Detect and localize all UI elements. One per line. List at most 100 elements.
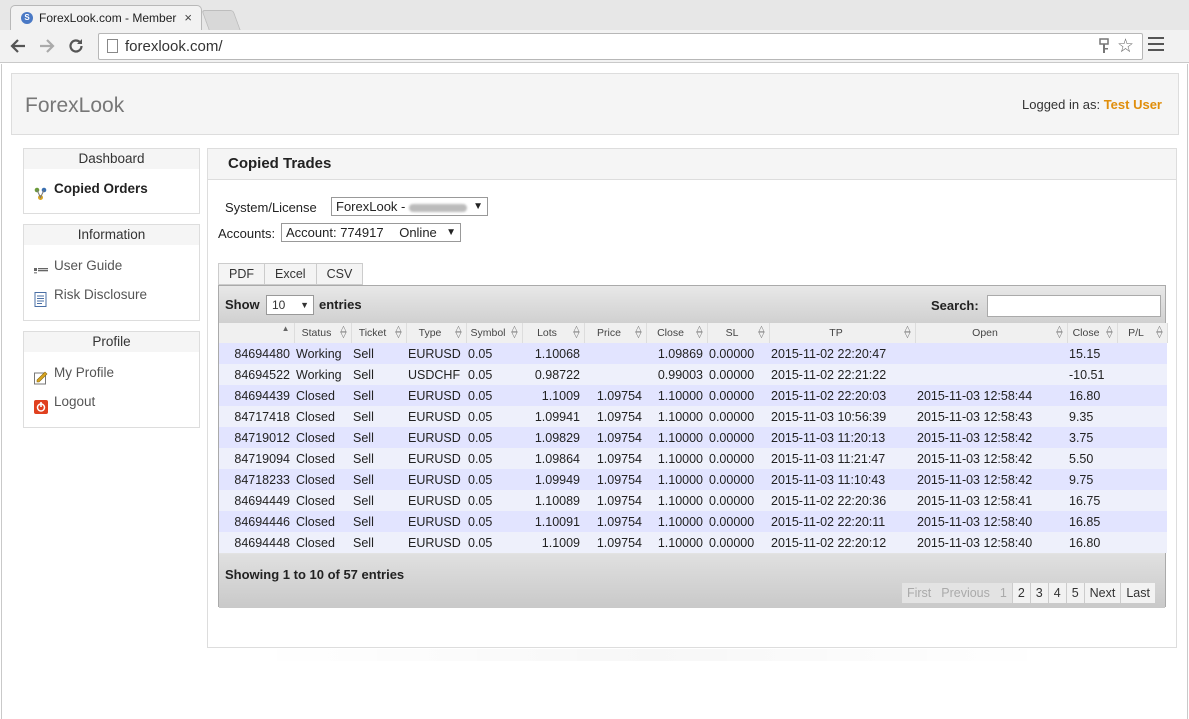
table-row[interactable]: 84719094 Closed Sell EURUSD 0.05 1.09864 1.097… bbox=[219, 448, 1167, 469]
table-row[interactable]: 84718233 Closed Sell EURUSD 0.05 1.09949 1.097… bbox=[219, 469, 1167, 490]
entries-length-select[interactable]: 10 ▼ bbox=[266, 295, 314, 315]
sidebar-item-copied-orders[interactable]: Copied Orders bbox=[24, 174, 199, 203]
sort-icon: △ ▽ bbox=[511, 324, 518, 339]
cell-type: Sell bbox=[351, 427, 406, 448]
pagination-next[interactable]: Next bbox=[1083, 583, 1121, 603]
tab-close-icon[interactable]: × bbox=[184, 10, 192, 25]
column-header-tp[interactable]: TP △ ▽ bbox=[769, 323, 916, 343]
address-bar[interactable]: forexlook.com/ ☆ bbox=[98, 33, 1143, 60]
column-header-label: Lots bbox=[537, 327, 557, 339]
column-header-open[interactable]: Open △ ▽ bbox=[915, 323, 1068, 343]
sidebar-item-my-profile[interactable]: My Profile bbox=[24, 358, 199, 387]
account-select[interactable]: Account: 774917 Online ▼ bbox=[281, 223, 461, 242]
browser-tab[interactable]: S ForexLook.com - Member A × bbox=[10, 5, 202, 30]
pagination-page-2[interactable]: 2 bbox=[1011, 583, 1030, 603]
cell-tp: 2015-11-02 22:20:36 bbox=[769, 490, 915, 511]
reload-icon[interactable] bbox=[66, 36, 86, 56]
export-pdf-button[interactable]: PDF bbox=[218, 263, 265, 285]
column-header-price[interactable]: Price △ ▽ bbox=[584, 323, 647, 343]
sort-icon: △ ▽ bbox=[395, 324, 402, 339]
cell-symbol: 0.05 bbox=[466, 511, 522, 532]
cell-open: 2015-11-03 12:58:44 bbox=[915, 385, 1067, 406]
table-body: 84694480 Working Sell EURUSD 0.05 1.10068 1.09… bbox=[219, 343, 1167, 553]
pagination-previous[interactable]: Previous bbox=[936, 583, 995, 603]
column-header-label: Close bbox=[1072, 327, 1100, 339]
system-license-select[interactable]: ForexLook - ▼ bbox=[331, 197, 488, 216]
sidebar-item-user-guide[interactable]: User Guide bbox=[24, 251, 199, 280]
cell-price: 1.09754 bbox=[584, 448, 646, 469]
export-csv-button[interactable]: CSV bbox=[315, 263, 364, 285]
brand-logo[interactable]: ForexLook bbox=[25, 94, 124, 118]
cell-tp: 2015-11-02 22:20:11 bbox=[769, 511, 915, 532]
cell-price bbox=[584, 364, 646, 385]
column-header-lots[interactable]: Lots △ ▽ bbox=[522, 323, 585, 343]
sidebar-item-label: Logout bbox=[54, 394, 96, 409]
copied-orders-icon bbox=[34, 182, 48, 200]
table-row[interactable]: 84694449 Closed Sell EURUSD 0.05 1.10089 1.097… bbox=[219, 490, 1167, 511]
key-icon[interactable] bbox=[1098, 38, 1110, 57]
browser-toolbar: forexlook.com/ ☆ bbox=[0, 30, 1189, 63]
forward-arrow-icon[interactable] bbox=[37, 36, 57, 56]
cell-lots: 1.1009 bbox=[522, 385, 584, 406]
cell-lots: 0.98722 bbox=[522, 364, 584, 385]
table-row[interactable]: 84694439 Closed Sell EURUSD 0.05 1.1009 1.0975… bbox=[219, 385, 1167, 406]
cell-close-time: 9.35 bbox=[1067, 406, 1117, 427]
table-row[interactable]: 84694448 Closed Sell EURUSD 0.05 1.1009 1.0975… bbox=[219, 532, 1167, 553]
sort-icon: △ ▽ bbox=[758, 324, 765, 339]
cell-price bbox=[584, 343, 646, 364]
column-header-sl[interactable]: SL △ ▽ bbox=[707, 323, 770, 343]
cell-sl: 0.00000 bbox=[707, 532, 769, 553]
column-header-pl[interactable]: P/L △ ▽ bbox=[1117, 323, 1168, 343]
column-header-ticket[interactable]: ▲ bbox=[219, 323, 295, 343]
redacted-text bbox=[409, 203, 467, 212]
search-input[interactable] bbox=[987, 295, 1161, 317]
column-header-label: Status bbox=[301, 327, 332, 339]
pagination-first[interactable]: First bbox=[901, 583, 937, 603]
table-toolbar: Show 10 ▼ entries Search: bbox=[219, 286, 1165, 323]
column-header-label: P/L bbox=[1128, 327, 1144, 339]
table-row[interactable]: 84694446 Closed Sell EURUSD 0.05 1.10091 1.097… bbox=[219, 511, 1167, 532]
export-excel-button[interactable]: Excel bbox=[264, 263, 317, 285]
edit-profile-icon bbox=[34, 366, 48, 385]
sidebar-item-risk-disclosure[interactable]: Risk Disclosure bbox=[24, 280, 199, 309]
back-arrow-icon[interactable] bbox=[8, 36, 28, 56]
cell-close-price: 1.10000 bbox=[646, 448, 707, 469]
cell-empty bbox=[1117, 427, 1167, 448]
cell-close-time: 16.80 bbox=[1067, 385, 1117, 406]
column-header-symbol[interactable]: Symbol △ ▽ bbox=[466, 323, 523, 343]
star-bookmark-icon[interactable]: ☆ bbox=[1117, 35, 1134, 58]
sort-icon: △ ▽ bbox=[635, 324, 642, 339]
cell-close-time: 15.15 bbox=[1067, 343, 1117, 364]
sidebar-item-logout[interactable]: Logout bbox=[24, 387, 199, 416]
table-row[interactable]: 84719012 Closed Sell EURUSD 0.05 1.09829 1.097… bbox=[219, 427, 1167, 448]
table-row[interactable]: 84717418 Closed Sell EURUSD 0.05 1.09941 1.097… bbox=[219, 406, 1167, 427]
sidebar-item-label: Copied Orders bbox=[54, 181, 148, 196]
pagination-last[interactable]: Last bbox=[1120, 583, 1155, 603]
column-header-type[interactable]: Ticket △ ▽ bbox=[351, 323, 407, 343]
cell-empty bbox=[1117, 532, 1167, 553]
column-header-order-type[interactable]: Type △ ▽ bbox=[406, 323, 467, 343]
cell-order-type: EURUSD bbox=[406, 532, 466, 553]
cell-ticket: 84718233 bbox=[219, 469, 294, 490]
cell-status: Closed bbox=[294, 406, 351, 427]
browser-menu-icon[interactable] bbox=[1148, 37, 1164, 55]
pagination-page-5[interactable]: 5 bbox=[1065, 583, 1084, 603]
address-url[interactable]: forexlook.com/ bbox=[125, 38, 223, 55]
cell-close-price: 1.10000 bbox=[646, 406, 707, 427]
browser-titlebar: S ForexLook.com - Member A × bbox=[0, 0, 1189, 30]
pagination-page-4[interactable]: 4 bbox=[1047, 583, 1066, 603]
cell-close-price: 1.09869 bbox=[646, 343, 707, 364]
column-header-close-price[interactable]: Close △ ▽ bbox=[646, 323, 708, 343]
column-header-status[interactable]: Status △ ▽ bbox=[294, 323, 352, 343]
cell-open bbox=[915, 343, 1067, 364]
table-row[interactable]: 84694522 Working Sell USDCHF 0.05 0.98722 0.99… bbox=[219, 364, 1167, 385]
sidebar-dashboard-panel: Dashboard Copied Orders bbox=[23, 148, 200, 214]
table-row[interactable]: 84694480 Working Sell EURUSD 0.05 1.10068 1.09… bbox=[219, 343, 1167, 364]
pagination-page-1[interactable]: 1 bbox=[994, 583, 1012, 603]
cell-price: 1.09754 bbox=[584, 427, 646, 448]
column-header-close-time[interactable]: Close △ ▽ bbox=[1067, 323, 1118, 343]
pagination-page-3[interactable]: 3 bbox=[1029, 583, 1048, 603]
cell-ticket: 84694448 bbox=[219, 532, 294, 553]
user-name-link[interactable]: Test User bbox=[1104, 97, 1162, 112]
new-tab-button[interactable] bbox=[201, 10, 241, 30]
